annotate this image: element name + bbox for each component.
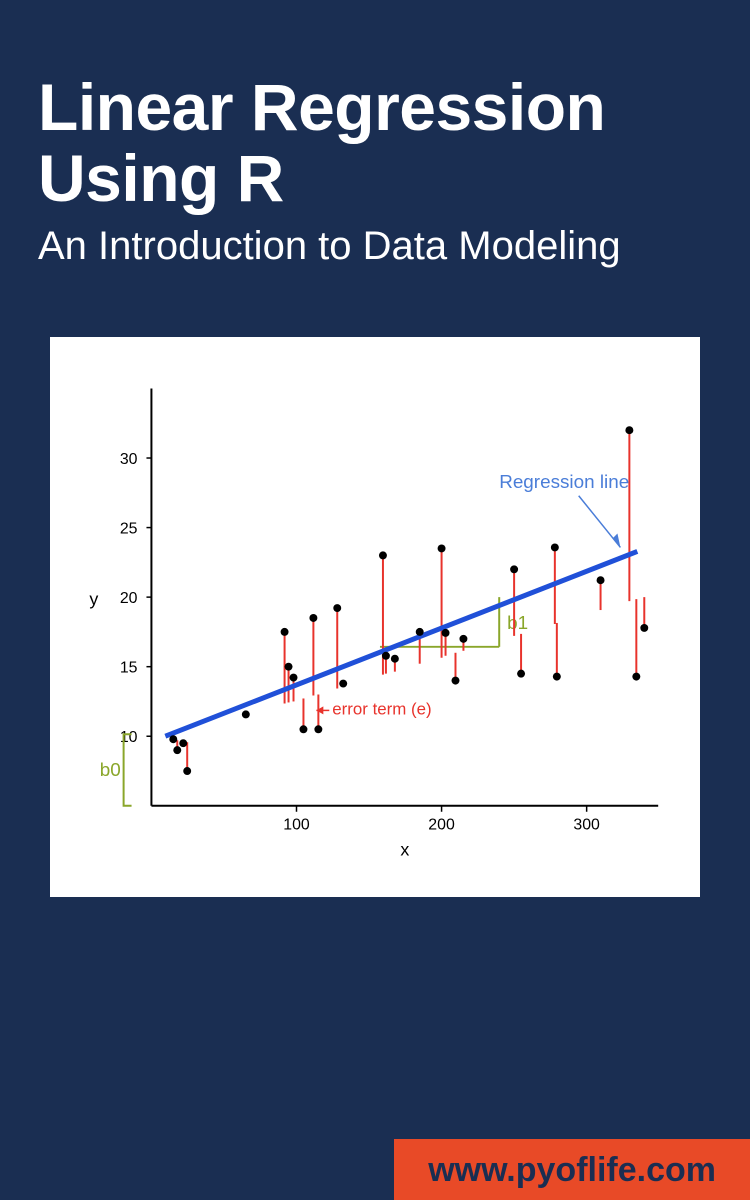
regression-annotation: Regression line: [499, 470, 629, 547]
svg-text:Regression line: Regression line: [499, 470, 629, 491]
page-subtitle: An Introduction to Data Modeling: [38, 223, 712, 269]
y-ticks: 10 15 20 25 30: [120, 451, 152, 746]
footer-badge: www.pyoflife.com: [394, 1139, 750, 1200]
x-ticks: 100 200 300: [283, 805, 600, 833]
scatter-chart: 10 15 20 25 30 100 200 300 x y b0: [50, 337, 700, 897]
header: Linear Regression Using R An Introductio…: [0, 0, 750, 299]
svg-text:b0: b0: [100, 759, 121, 780]
svg-text:100: 100: [283, 816, 310, 833]
svg-text:10: 10: [120, 729, 138, 746]
svg-text:b1: b1: [507, 611, 528, 632]
svg-text:15: 15: [120, 659, 138, 676]
x-axis-label: x: [400, 839, 409, 859]
svg-text:300: 300: [573, 816, 600, 833]
svg-text:30: 30: [120, 451, 138, 468]
chart-svg: 10 15 20 25 30 100 200 300 x y b0: [62, 355, 688, 879]
svg-text:200: 200: [428, 816, 455, 833]
svg-text:25: 25: [120, 520, 138, 537]
y-axis-label: y: [89, 589, 98, 609]
error-term-annotation: error term (e): [316, 699, 431, 718]
svg-text:20: 20: [120, 590, 138, 607]
page-title: Linear Regression Using R: [38, 72, 712, 215]
svg-text:error term (e): error term (e): [332, 699, 431, 718]
website-url: www.pyoflife.com: [428, 1151, 716, 1189]
